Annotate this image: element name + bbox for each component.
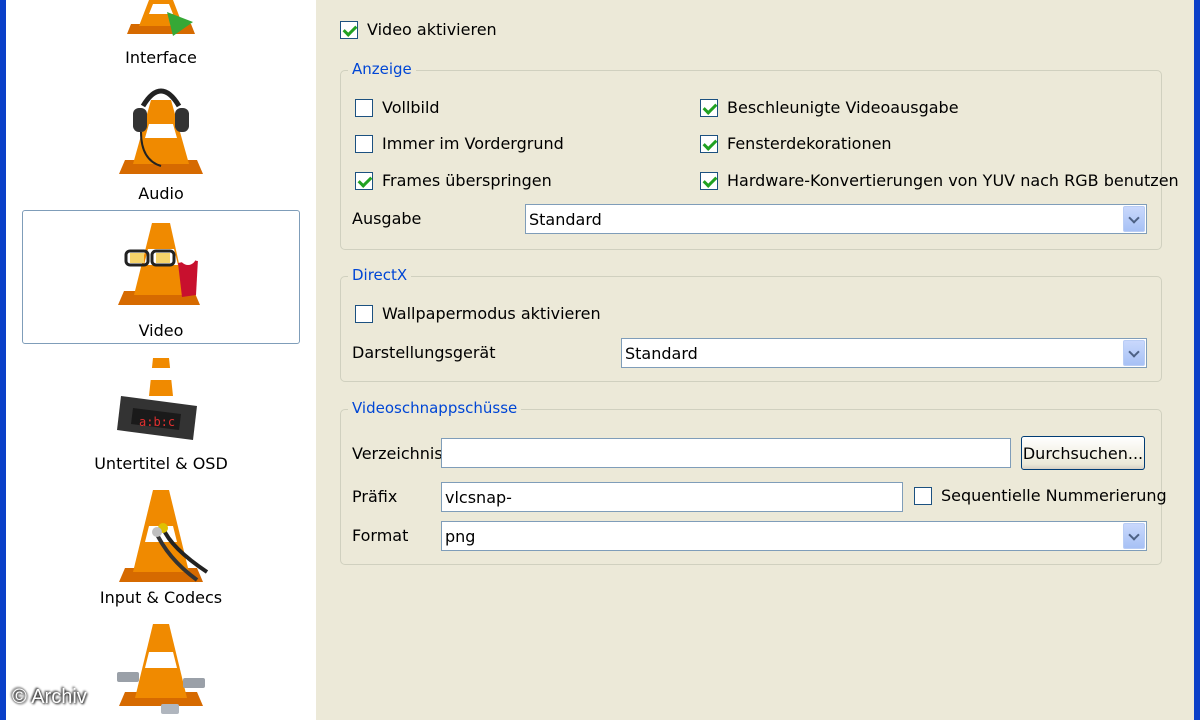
- vlc-cone-video-icon: [118, 223, 204, 305]
- category-label: Video: [138, 321, 184, 340]
- wallpaper-mode-checkbox[interactable]: [355, 305, 373, 323]
- enable-video-checkbox[interactable]: [340, 21, 358, 39]
- format-select[interactable]: png: [441, 521, 1147, 551]
- category-label: Untertitel & OSD: [94, 454, 228, 473]
- vlc-cone-advanced-icon: [117, 624, 205, 714]
- category-label: Input & Codecs: [99, 588, 223, 607]
- display-group-title: Anzeige: [348, 60, 416, 78]
- sequential-numbering-checkbox[interactable]: [914, 487, 932, 505]
- skip-frames-label: Frames überspringen: [382, 171, 552, 190]
- window-decorations-label: Fensterdekorationen: [727, 134, 892, 153]
- prefix-label: Präfix: [352, 487, 398, 506]
- vlc-cone-headphones-icon: [119, 88, 203, 174]
- copyright-watermark: © Archiv: [12, 686, 87, 708]
- category-subtitles-osd[interactable]: a:b:c Untertitel & OSD: [22, 352, 300, 480]
- yuv-rgb-hardware-label: Hardware-Konvertierungen von YUV nach RG…: [727, 171, 1179, 190]
- yuv-rgb-hardware-checkbox[interactable]: [700, 172, 718, 190]
- sequential-numbering-label: Sequentielle Nummerierung: [941, 486, 1167, 505]
- vlc-cone-codecs-icon: [119, 490, 209, 582]
- chevron-down-icon[interactable]: [1123, 206, 1145, 232]
- format-label: Format: [352, 526, 409, 545]
- vlc-cone-subtitles-icon: a:b:c: [117, 358, 197, 440]
- category-label: Interface: [125, 48, 197, 67]
- directory-input[interactable]: [441, 438, 1011, 468]
- category-audio[interactable]: Audio: [22, 80, 300, 208]
- chevron-down-icon[interactable]: [1123, 523, 1145, 549]
- directory-label: Verzeichnis: [352, 444, 443, 463]
- svg-text:a:b:c: a:b:c: [139, 415, 175, 429]
- output-label: Ausgabe: [352, 209, 422, 228]
- category-input-codecs[interactable]: Input & Codecs: [22, 488, 300, 616]
- directory-input-field[interactable]: [442, 439, 1010, 467]
- window-frame-right: [1194, 0, 1200, 720]
- enable-video-label: Video aktivieren: [367, 20, 497, 39]
- accelerated-output-label: Beschleunigte Videoausgabe: [727, 98, 959, 117]
- snapshots-group-title: Videoschnappschüsse: [348, 399, 522, 417]
- window-decorations-checkbox[interactable]: [700, 135, 718, 153]
- category-interface[interactable]: Interface: [22, 0, 300, 74]
- prefix-input-field[interactable]: [442, 483, 902, 511]
- always-on-top-checkbox[interactable]: [355, 135, 373, 153]
- prefix-input[interactable]: [441, 482, 903, 512]
- preferences-category-list[interactable]: Interface Audio Video a:b:c Untertitel &…: [6, 0, 316, 720]
- display-device-label: Darstellungsgerät: [352, 343, 496, 362]
- display-device-select-value: Standard: [625, 344, 698, 363]
- fullscreen-label: Vollbild: [382, 98, 440, 117]
- chevron-down-icon[interactable]: [1123, 340, 1145, 366]
- format-select-value: png: [445, 527, 476, 546]
- accelerated-output-checkbox[interactable]: [700, 99, 718, 117]
- vlc-cone-interface-icon: [127, 0, 195, 36]
- browse-button[interactable]: Durchsuchen...: [1021, 436, 1145, 470]
- video-settings-panel: Video aktivieren Anzeige Vollbild Immer …: [316, 0, 1194, 720]
- directx-group-title: DirectX: [348, 266, 412, 284]
- category-video[interactable]: Video: [22, 210, 300, 344]
- output-select[interactable]: Standard: [525, 204, 1147, 234]
- category-label: Audio: [138, 184, 184, 203]
- output-select-value: Standard: [529, 210, 602, 229]
- fullscreen-checkbox[interactable]: [355, 99, 373, 117]
- display-device-select[interactable]: Standard: [621, 338, 1147, 368]
- wallpaper-mode-label: Wallpapermodus aktivieren: [382, 304, 601, 323]
- always-on-top-label: Immer im Vordergrund: [382, 134, 564, 153]
- skip-frames-checkbox[interactable]: [355, 172, 373, 190]
